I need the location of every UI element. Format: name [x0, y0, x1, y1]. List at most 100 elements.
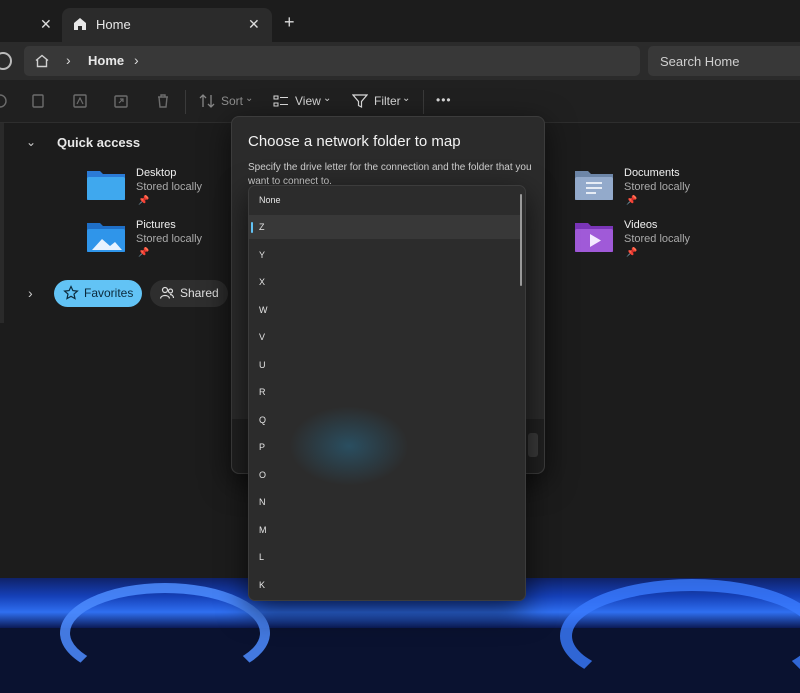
filter-label: Filter — [374, 94, 401, 108]
cut-icon[interactable] — [30, 93, 46, 109]
close-icon[interactable]: ✕ — [248, 16, 260, 33]
drive-option-label: R — [259, 387, 266, 397]
drive-option-label: L — [259, 552, 265, 562]
separator — [185, 90, 186, 114]
home-icon[interactable] — [34, 53, 50, 69]
selection-indicator — [251, 222, 253, 233]
chevron-down-icon: ⌄ — [245, 93, 254, 104]
documents-folder-icon — [575, 171, 613, 200]
drive-option[interactable]: Q — [249, 408, 521, 432]
chevron-down-icon[interactable]: ⌄ — [26, 135, 36, 149]
navigation-pane — [0, 123, 4, 323]
tab-home[interactable]: Home ✕ — [62, 8, 272, 42]
folder-status: Stored locally — [624, 181, 691, 193]
view-icon — [273, 95, 288, 107]
drive-option-label: N — [259, 497, 266, 507]
copy-icon[interactable] — [72, 93, 88, 109]
drive-option-label: M — [259, 525, 267, 535]
filter-button[interactable]: Filter ⌄ — [352, 90, 418, 112]
address-bar[interactable]: › Home › — [24, 46, 640, 76]
folder-tile[interactable]: Desktop Stored locally 📌 — [86, 167, 246, 213]
drive-option[interactable]: X — [249, 270, 521, 294]
view-label: View — [295, 94, 321, 108]
desktop-folder-icon — [87, 171, 125, 200]
drive-option[interactable]: O — [249, 463, 521, 487]
drive-option[interactable]: None — [249, 188, 521, 212]
breadcrumb-home[interactable]: Home — [88, 53, 124, 68]
drive-option[interactable]: P — [249, 435, 521, 459]
drive-option-label: U — [259, 360, 266, 370]
close-icon[interactable]: ✕ — [40, 16, 52, 33]
drive-option-label: Y — [259, 250, 266, 260]
delete-icon[interactable] — [155, 93, 171, 109]
sort-icon — [199, 94, 215, 108]
dialog-title: Choose a network folder to map — [248, 133, 461, 150]
drive-option-label: W — [259, 305, 268, 315]
drive-letter-dropdown[interactable]: None Z Y X W V U R Q P O N M L K — [248, 185, 526, 601]
dialog-button[interactable] — [528, 433, 538, 457]
drive-option-label: Z — [259, 222, 265, 232]
shared-label: Shared — [180, 286, 219, 300]
tab-previous[interactable]: ✕ — [0, 8, 62, 42]
chevron-down-icon: ⌄ — [323, 93, 332, 104]
drive-option-label: X — [259, 277, 266, 287]
favorites-label: Favorites — [84, 286, 134, 300]
sort-button[interactable]: Sort ⌄ — [199, 90, 259, 112]
people-icon — [159, 286, 175, 299]
folder-name: Documents — [624, 167, 680, 179]
drive-option[interactable]: Y — [249, 243, 521, 267]
quick-access-title[interactable]: Quick access — [57, 135, 140, 150]
pictures-folder-icon — [87, 223, 125, 252]
drive-option[interactable]: K — [249, 573, 521, 597]
home-icon — [74, 18, 86, 30]
drive-option-label: O — [259, 470, 267, 480]
folder-tile[interactable]: Pictures Stored locally 📌 — [86, 219, 246, 265]
folder-status: Stored locally — [136, 233, 203, 245]
folder-name: Desktop — [136, 167, 177, 179]
scrollbar-thumb[interactable] — [520, 194, 522, 286]
folder-tile[interactable]: Documents Stored locally 📌 — [574, 167, 734, 213]
pin-icon: 📌 — [138, 195, 150, 205]
folder-name: Pictures — [136, 219, 176, 231]
drive-option-label: Q — [259, 415, 267, 425]
new-tab-button[interactable]: + — [284, 12, 295, 32]
drive-option-selected[interactable]: Z — [249, 215, 521, 239]
pin-icon: 📌 — [626, 195, 638, 205]
share-icon[interactable] — [113, 93, 129, 109]
filter-icon — [352, 94, 368, 108]
more-options-button[interactable]: ••• — [436, 93, 452, 115]
search-placeholder: Search Home — [660, 54, 740, 69]
drive-option[interactable]: V — [249, 325, 521, 349]
shared-chip[interactable]: Shared — [150, 280, 228, 307]
search-box[interactable]: Search Home — [648, 46, 800, 76]
tab-bar: ✕ Home ✕ + — [0, 0, 800, 42]
view-button[interactable]: View ⌄ — [273, 90, 339, 112]
chevron-down-icon: ⌄ — [402, 93, 411, 104]
drive-option[interactable]: W — [249, 298, 521, 322]
new-icon[interactable] — [0, 93, 8, 109]
drive-option[interactable]: R — [249, 380, 521, 404]
wallpaper-swirl — [60, 583, 270, 683]
chevron-right-icon[interactable]: › — [28, 285, 33, 301]
wallpaper-swirl — [560, 579, 800, 693]
chevron-right-icon[interactable]: › — [66, 52, 71, 68]
chevron-right-icon[interactable]: › — [134, 52, 139, 68]
drive-option-label: V — [259, 332, 266, 342]
star-icon — [63, 285, 79, 300]
separator — [423, 90, 424, 114]
folder-tile[interactable]: Videos Stored locally 📌 — [574, 219, 734, 265]
drive-option-label: K — [259, 580, 266, 590]
folder-name: Videos — [624, 219, 658, 231]
folder-status: Stored locally — [136, 181, 203, 193]
videos-folder-icon — [575, 223, 613, 252]
drive-option[interactable]: L — [249, 545, 521, 569]
drive-option-label: P — [259, 442, 266, 452]
favorites-chip[interactable]: Favorites — [54, 280, 142, 307]
refresh-icon[interactable] — [0, 52, 12, 70]
drive-option[interactable]: U — [249, 353, 521, 377]
drive-option[interactable]: M — [249, 518, 521, 542]
sort-label: Sort — [221, 94, 244, 108]
address-bar-row: › Home › Search Home — [0, 42, 800, 80]
drive-option-label: None — [259, 195, 281, 205]
drive-option[interactable]: N — [249, 490, 521, 514]
